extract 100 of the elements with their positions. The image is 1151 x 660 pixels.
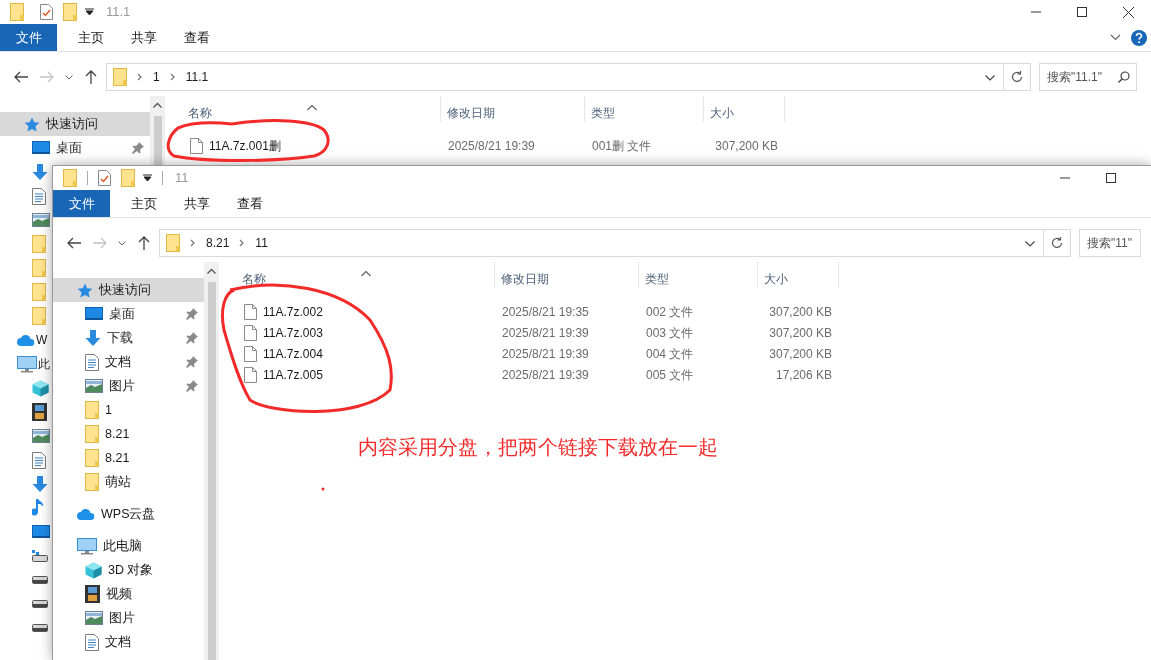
network-drive-icon	[32, 550, 48, 562]
column-header[interactable]: 名称	[188, 104, 212, 122]
folder-icon	[166, 234, 180, 252]
file-menu-tab[interactable]: 文件	[53, 190, 110, 217]
cube-icon	[85, 561, 102, 579]
modified-date: 2025/8/21 19:39	[447, 137, 536, 155]
monitor-icon	[32, 525, 50, 539]
refresh-button[interactable]	[1003, 63, 1031, 91]
folder-icon	[85, 449, 99, 467]
file-type: 003 文件	[645, 324, 695, 342]
file-name[interactable]: 11A.7z.002	[263, 302, 323, 321]
nav-item[interactable]: 图片	[53, 374, 204, 398]
modified-date: 2025/8/21 19:35	[501, 303, 590, 321]
file-icon	[244, 303, 257, 320]
film-strip-icon	[32, 403, 47, 421]
file-menu-tab[interactable]: 文件	[0, 24, 57, 51]
breadcrumb-separator-icon	[137, 73, 143, 81]
nav-item[interactable]: 文档	[53, 350, 204, 374]
folder-icon	[32, 307, 46, 325]
folder-icon	[63, 3, 77, 21]
quick-access-dropdown-icon[interactable]	[143, 174, 152, 182]
music-note-icon	[32, 499, 44, 517]
download-arrow-icon	[32, 164, 48, 180]
monitor-icon	[32, 141, 50, 155]
nav-item-label[interactable]: 此	[38, 357, 50, 371]
column-header[interactable]: 修改日期	[501, 270, 549, 288]
drive-icon	[32, 576, 48, 584]
breadcrumb-item[interactable]: 8.21	[206, 234, 230, 252]
picture-icon	[85, 611, 103, 625]
file-size: 307,200 KB	[768, 345, 833, 363]
ribbon-tab[interactable]: 查看	[225, 190, 275, 217]
file-icon	[190, 137, 203, 154]
nav-item[interactable]: 桌面	[0, 136, 150, 160]
recent-locations-button[interactable]	[115, 240, 129, 246]
refresh-icon[interactable]	[1051, 237, 1063, 249]
star-icon	[77, 282, 93, 298]
drive-icon	[32, 624, 48, 632]
ribbon-tab[interactable]: 共享	[119, 24, 169, 51]
ribbon-tab[interactable]: 查看	[172, 24, 222, 51]
column-header[interactable]: 类型	[645, 270, 669, 288]
ribbon-tab[interactable]: 主页	[119, 190, 169, 217]
window-title: 11.1	[106, 3, 131, 22]
ribbon-tab[interactable]: 主页	[66, 24, 116, 51]
picture-icon	[32, 429, 50, 443]
refresh-icon[interactable]	[1011, 71, 1023, 83]
properties-icon[interactable]	[40, 4, 53, 20]
address-field[interactable]: 8.21 11	[159, 229, 1044, 257]
nav-item[interactable]: 快速访问	[0, 112, 150, 136]
help-icon[interactable]	[1131, 29, 1147, 46]
breadcrumb-item[interactable]: 11.1	[185, 68, 209, 86]
file-name[interactable]: 11A.7z.001删	[209, 136, 281, 155]
column-header[interactable]: 修改日期	[447, 104, 495, 122]
nav-item[interactable]: 3D 对象	[53, 558, 204, 582]
nav-item[interactable]: 图片	[53, 606, 204, 630]
breadcrumb-item[interactable]: 11	[255, 234, 268, 252]
nav-item[interactable]: 文档	[53, 630, 204, 654]
file-type: 001删 文件	[591, 137, 653, 155]
recent-locations-button[interactable]	[62, 74, 76, 80]
nav-item[interactable]: 此电脑	[53, 534, 204, 558]
quick-access-dropdown-icon[interactable]	[85, 8, 94, 16]
search-field[interactable]: 搜索"11"	[1079, 229, 1141, 257]
document-icon	[85, 633, 99, 651]
folder-icon	[85, 473, 99, 491]
folder-icon	[85, 425, 99, 443]
scrollbar[interactable]	[204, 262, 219, 660]
address-dropdown-icon	[1025, 241, 1035, 247]
picture-icon	[85, 379, 103, 393]
computer-icon	[77, 537, 97, 555]
maximize-icon[interactable]	[1077, 7, 1087, 17]
computer-icon	[17, 355, 37, 373]
breadcrumb-item[interactable]: 1	[153, 68, 160, 86]
cube-icon	[32, 379, 49, 397]
nav-item[interactable]: 快速访问	[53, 278, 204, 302]
column-header[interactable]: 大小	[710, 104, 734, 122]
file-name[interactable]: 11A.7z.005	[263, 365, 323, 384]
nav-item[interactable]: 视频	[53, 582, 204, 606]
column-header[interactable]: 类型	[591, 104, 615, 122]
close-icon[interactable]	[1122, 6, 1134, 18]
nav-item[interactable]: 1	[53, 398, 204, 422]
column-header[interactable]: 大小	[764, 270, 788, 288]
folder-icon	[113, 68, 127, 86]
file-name[interactable]: 11A.7z.003	[263, 323, 323, 342]
file-name[interactable]: 11A.7z.004	[263, 344, 323, 363]
nav-item[interactable]: 下载	[53, 326, 204, 350]
properties-icon[interactable]	[98, 170, 111, 186]
nav-item[interactable]: 萌站	[53, 470, 204, 494]
address-field[interactable]: 1 11.1	[106, 63, 1004, 91]
nav-item[interactable]: 桌面	[53, 302, 204, 326]
search-field[interactable]: 搜索"11.1"	[1039, 63, 1137, 91]
nav-item[interactable]: WPS云盘	[53, 502, 204, 526]
maximize-icon[interactable]	[1106, 173, 1116, 183]
nav-item-label[interactable]: W	[36, 333, 48, 347]
column-header[interactable]: 名称	[242, 270, 266, 288]
nav-item[interactable]: 8.21	[53, 446, 204, 470]
refresh-button[interactable]	[1043, 229, 1071, 257]
nav-item[interactable]: 8.21	[53, 422, 204, 446]
drive-icon	[32, 600, 48, 608]
cloud-icon	[17, 334, 35, 346]
window-title: 11	[175, 169, 189, 188]
ribbon-tab[interactable]: 共享	[172, 190, 222, 217]
